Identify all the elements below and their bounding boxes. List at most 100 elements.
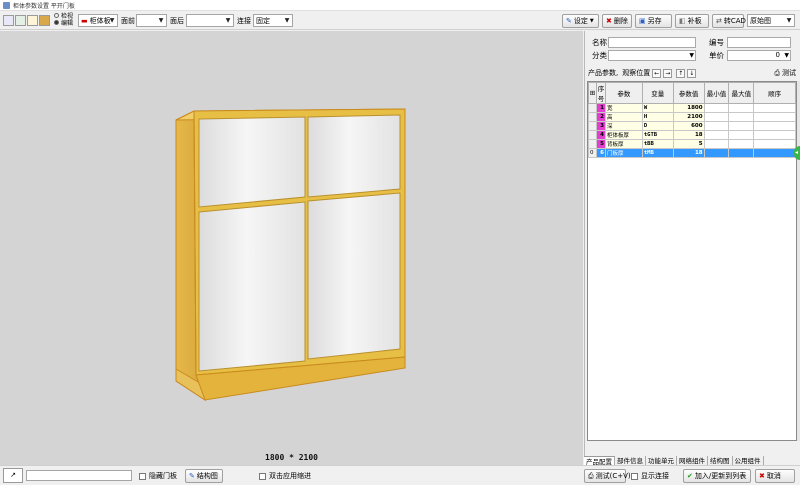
cell-order[interactable] xyxy=(753,103,796,113)
connect-select[interactable]: 固定 ▼ xyxy=(253,14,293,27)
cell-min[interactable] xyxy=(703,112,730,122)
cell-param[interactable]: 宽 xyxy=(604,103,643,113)
save-icon: ▣ xyxy=(639,16,646,25)
cell-min[interactable] xyxy=(703,130,730,140)
side-handle-icon[interactable]: ◂ xyxy=(794,146,800,160)
view-mode-radio[interactable] xyxy=(54,13,59,18)
cell-min[interactable] xyxy=(703,103,730,113)
cell-var[interactable]: tMB xyxy=(641,148,674,158)
3d-viewport[interactable]: 1800 * 2100 xyxy=(0,31,583,465)
test-cv-button[interactable]: ⎙ 测试(C+V) xyxy=(584,469,631,483)
cell-min[interactable] xyxy=(703,148,730,158)
settings-button[interactable]: ✎ 设定 ▼ xyxy=(562,13,599,28)
params-grid: ⊞ 序号 参数 变量 参数值 最小值 最大值 顺序 1 宽 W 1800 2 高… xyxy=(587,81,797,441)
panel-type-select[interactable]: ▬ 柜体板 ▼ xyxy=(78,14,118,27)
cell-order[interactable] xyxy=(753,112,796,122)
title-bar: 柜体参数设置 平开门板 xyxy=(0,0,800,11)
chevron-down-icon: ▼ xyxy=(284,17,290,24)
arrow-left-icon[interactable]: ← xyxy=(652,68,662,78)
cell-order[interactable] xyxy=(753,148,796,158)
row-indicator xyxy=(588,121,597,131)
app-icon xyxy=(3,1,10,9)
cell-param[interactable]: 背板厚 xyxy=(604,139,643,149)
cell-max[interactable] xyxy=(728,103,755,113)
back-select[interactable]: ▼ xyxy=(186,14,234,27)
cancel-button[interactable]: ✖ 取消 xyxy=(755,469,795,483)
cell-param[interactable]: 柜体板厚 xyxy=(604,130,643,140)
front-label: 面前 xyxy=(121,16,135,25)
checkbox-box[interactable] xyxy=(259,472,266,480)
chevron-down-icon: ▼ xyxy=(689,52,694,59)
params-bar: 产品参数, 观察位置 ← → ↑ ↓ ⎙ 测试 xyxy=(588,67,796,79)
delete-button[interactable]: ✖ 删除 xyxy=(602,13,632,28)
lower-left-door xyxy=(198,201,306,372)
cell-value[interactable]: 600 xyxy=(672,121,705,131)
apply-indent-checkbox[interactable]: 双击应用缩进 xyxy=(259,471,311,481)
save-as-button[interactable]: ▣ 另存 xyxy=(635,13,672,28)
checkbox-box[interactable] xyxy=(139,472,146,480)
frame-icon[interactable] xyxy=(15,15,26,26)
cell-param[interactable]: 深 xyxy=(604,121,643,131)
cell-value[interactable]: 5 xyxy=(672,139,705,149)
add-update-button[interactable]: ✔ 加入/更新到列表 xyxy=(683,469,751,483)
checkbox-box[interactable] xyxy=(631,472,638,480)
status-input[interactable] xyxy=(26,470,132,481)
table-row[interactable]: 2 高 H 2100 xyxy=(588,112,796,122)
cell-param[interactable]: 高 xyxy=(604,112,643,122)
table-row[interactable]: 5 背板厚 tBB 5 xyxy=(588,139,796,149)
row-indicator xyxy=(588,112,597,122)
cell-var[interactable]: tGTB xyxy=(641,130,674,140)
edit-mode-radio[interactable] xyxy=(54,20,59,25)
cell-max[interactable] xyxy=(728,139,755,149)
arrow-down-icon[interactable]: ↓ xyxy=(687,68,697,78)
cell-param[interactable]: 门板厚 xyxy=(604,148,643,158)
patch-button[interactable]: ◧ 补板 xyxy=(675,13,709,28)
name-input[interactable] xyxy=(608,37,696,48)
cell-min[interactable] xyxy=(703,139,730,149)
code-input[interactable] xyxy=(727,37,791,48)
cell-order[interactable] xyxy=(753,121,796,131)
cell-max[interactable] xyxy=(728,121,755,131)
upper-left-door xyxy=(198,116,306,208)
view-position-label: 观察位置 xyxy=(622,69,651,77)
test-button[interactable]: ⎙ 测试 xyxy=(774,68,796,78)
arrow-right-icon[interactable]: → xyxy=(663,68,673,78)
cell-max[interactable] xyxy=(728,148,755,158)
cell-order[interactable] xyxy=(753,130,796,140)
structure-button[interactable]: ✎ 结构图 xyxy=(185,469,223,483)
table-row[interactable]: 4 柜体板厚 tGTB 18 xyxy=(588,130,796,140)
cell-max[interactable] xyxy=(728,112,755,122)
cell-value[interactable]: 18 xyxy=(672,148,705,158)
cell-value[interactable]: 18 xyxy=(672,130,705,140)
cell-max[interactable] xyxy=(728,130,755,140)
pencil-icon[interactable] xyxy=(27,15,38,26)
printer-icon: ⎙ xyxy=(774,68,780,77)
status-bar: ↗ 隐藏门板 ✎ 结构图 双击应用缩进 ⎙ 测试(C+V) 显示连接 ✔ 加入/更新到… xyxy=(0,465,800,485)
cell-var[interactable]: tBB xyxy=(641,139,674,149)
cad-button[interactable]: ⇄ 转CAD xyxy=(712,13,746,28)
col-header-min: 最小值 xyxy=(703,82,730,104)
arrow-up-icon[interactable]: ↑ xyxy=(676,68,686,78)
cell-var[interactable]: H xyxy=(641,112,674,122)
cell-order[interactable] xyxy=(753,139,796,149)
table-row-selected[interactable]: 0 6 门板厚 tMB 18 xyxy=(588,148,796,158)
cell-var[interactable]: D xyxy=(641,121,674,131)
table-row[interactable]: 1 宽 W 1800 xyxy=(588,103,796,113)
cell-var[interactable]: W xyxy=(641,103,674,113)
category-select[interactable]: ▼ xyxy=(608,50,696,61)
chevron-down-icon: ▼ xyxy=(786,17,792,24)
window-title: 柜体参数设置 平开门板 xyxy=(13,2,75,10)
show-connect-checkbox[interactable]: 显示连接 xyxy=(631,471,669,481)
price-label: 单价 xyxy=(709,51,724,60)
view-select[interactable]: 原始图 ▼ xyxy=(747,14,795,27)
cell-value[interactable]: 2100 xyxy=(672,112,705,122)
cell-value[interactable]: 1800 xyxy=(672,103,705,113)
table-row[interactable]: 3 深 D 600 xyxy=(588,121,796,131)
camera-icon[interactable] xyxy=(3,15,14,26)
price-input[interactable]: 0 ▼ xyxy=(727,50,791,61)
cell-min[interactable] xyxy=(703,121,730,131)
front-select[interactable]: ▼ xyxy=(136,14,167,27)
properties-panel: 名称 编号 分类 ▼ 单价 0 ▼ 产品参数, 观察位置 ← → ↑ ↓ ⎙ 测试 … xyxy=(584,31,800,465)
texture-icon[interactable] xyxy=(39,15,50,26)
hide-door-checkbox[interactable]: 隐藏门板 xyxy=(139,471,177,481)
